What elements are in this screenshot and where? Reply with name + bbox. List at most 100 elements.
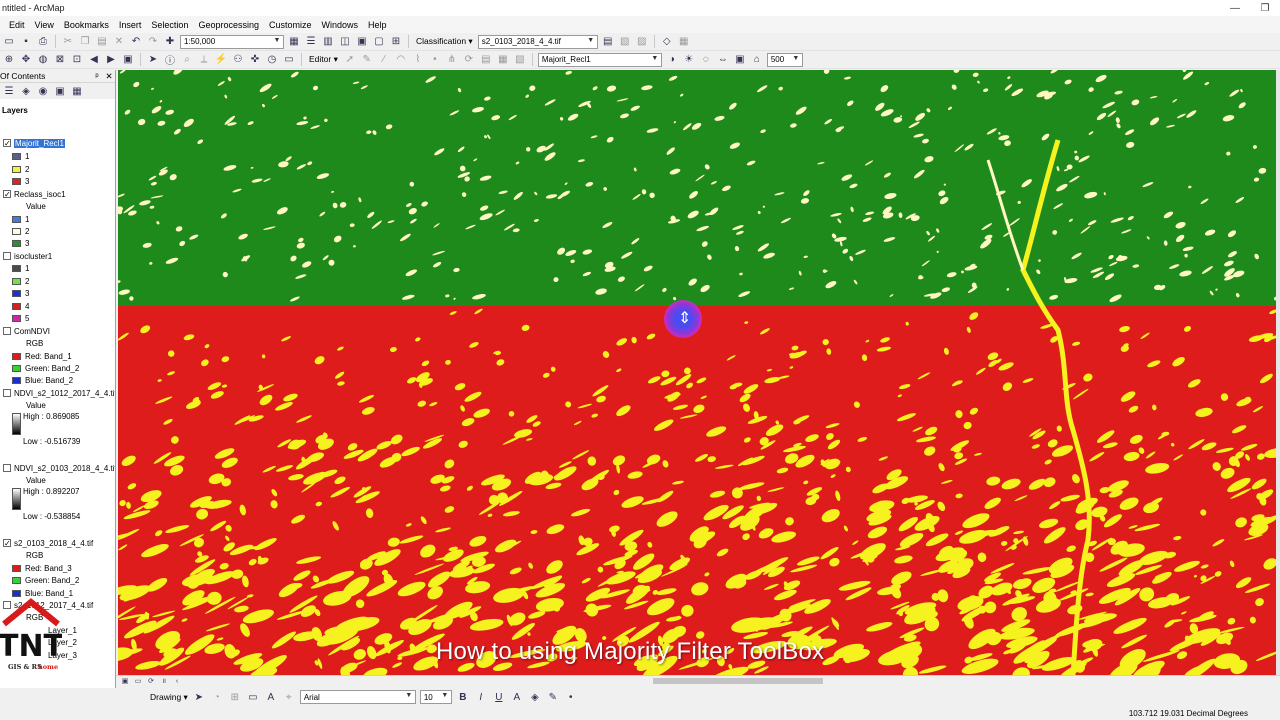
layer-name[interactable]: Reclass_isoc1 [14,190,66,199]
select-elements-icon[interactable]: ➤ [192,690,206,704]
layer-name[interactable]: Majorit_Recl1 [14,138,65,148]
legend-swatch[interactable] [12,576,21,584]
layer-name[interactable]: NDVI_s2_1012_2017_4_4.tif [14,389,115,398]
toc-layer-row[interactable]: ComNDVI [3,325,50,337]
hyperlink-icon[interactable]: ⚡ [214,53,228,67]
scroll-left-icon[interactable]: ‹ [172,677,182,686]
create-features-icon[interactable]: ▧ [513,53,527,67]
toc-layer-row[interactable]: ✓ s2_0103_2018_4_4.tif [3,537,93,549]
time-slider-icon[interactable]: ◷ [265,53,279,67]
legend-class-row[interactable]: 2 [12,275,29,287]
legend-class-row[interactable]: 1 [12,213,29,225]
undo-icon[interactable]: ↶ [129,35,143,49]
legend-swatch[interactable] [12,215,21,223]
select-arrow-icon[interactable]: ➤ [146,53,160,67]
menu-windows[interactable]: Windows [317,20,364,30]
edit-vertices-icon[interactable]: ⌖ [282,690,296,704]
line-color-icon[interactable]: ✎ [546,690,560,704]
cut-icon[interactable]: ✂ [61,35,75,49]
legend-class-row[interactable]: 3 [12,175,29,187]
drawing-menu[interactable]: Drawing ▾ [150,692,188,703]
identify-icon[interactable]: ⓘ [163,53,177,67]
redo-icon[interactable]: ↷ [146,35,160,49]
contrast-icon[interactable]: ◑ [665,53,679,67]
copy-icon[interactable]: ❐ [78,35,92,49]
edit-tool-icon[interactable]: ➚ [343,53,357,67]
layer-visibility-checkbox[interactable]: ✓ [3,139,11,148]
paste-icon[interactable]: ▤ [95,35,109,49]
edit-annotation-icon[interactable]: ✎ [360,53,374,67]
text-tool-icon[interactable]: A [264,690,278,704]
transparency-icon[interactable]: ◌ [699,53,713,67]
legend-swatch[interactable] [12,302,21,310]
back-icon[interactable]: ◀ [87,53,101,67]
layer-name[interactable]: ComNDVI [14,327,50,336]
menu-edit[interactable]: Edit [4,20,30,30]
training-manager-icon[interactable]: ▧ [618,35,632,49]
classification-menu[interactable]: Classification ▾ [414,36,475,47]
binoculars-icon[interactable]: ⚇ [231,53,245,67]
horizontal-scroll-thumb[interactable] [653,678,823,684]
sketch-properties-icon[interactable]: ▦ [496,53,510,67]
legend-class-row[interactable]: 2 [12,163,29,175]
pin-icon[interactable]: ᵖ [91,71,103,81]
toc-layer-row[interactable]: ✓ Majorit_Recl1 [3,137,65,149]
legend-swatch[interactable] [12,277,21,285]
open-icon[interactable]: ▭ [2,35,16,49]
print-icon[interactable]: ⎙ [36,35,50,49]
data-view-icon[interactable]: ▣ [120,677,130,686]
legend-swatch[interactable] [12,152,21,160]
legend-swatch[interactable] [12,289,21,297]
layer-visibility-checkbox[interactable] [3,252,11,260]
options-icon[interactable]: ▦ [70,84,84,98]
layers-root[interactable]: Layers [2,104,28,116]
minimize-icon[interactable]: — [1220,3,1250,14]
menu-help[interactable]: Help [363,20,392,30]
fixed-zoom-in-icon[interactable]: ⊠ [53,53,67,67]
legend-class-row[interactable]: Red: Band_3 [12,562,72,574]
legend-class-row[interactable]: 1 [12,262,29,274]
zoom-in-icon[interactable]: ⊕ [2,53,16,67]
list-by-source-icon[interactable]: ◈ [19,84,33,98]
measure-icon[interactable]: ⟂ [197,53,211,67]
forward-icon[interactable]: ▶ [104,53,118,67]
layer-visibility-checkbox[interactable]: ✓ [3,190,11,199]
font-size-combo[interactable]: 10 ▼ [419,690,452,704]
attributes-icon[interactable]: ▤ [479,53,493,67]
training-sample-icon[interactable]: ▤ [601,35,615,49]
zoom-whole-page-icon[interactable]: ⊞ [228,690,242,704]
toc-window-icon[interactable]: ☰ [304,35,318,49]
create-signature-icon[interactable]: ▨ [635,35,649,49]
viewer-icon[interactable]: ▭ [282,53,296,67]
layer-name[interactable]: s2_0103_2018_4_4.tif [14,539,93,548]
layer-name[interactable]: isocluster1 [14,252,52,261]
menu-view[interactable]: View [30,20,59,30]
draw-polygon-icon[interactable]: ◇ [660,35,674,49]
flicker-icon[interactable]: ▣ [733,53,747,67]
legend-class-row[interactable]: Green: Band_2 [12,362,79,374]
font-color-icon[interactable]: A [510,690,524,704]
refresh-icon[interactable]: ⟳ [146,677,156,686]
layer-visibility-checkbox[interactable] [3,464,11,472]
toc-layer-row[interactable]: ✓ Reclass_isoc1 [3,188,66,200]
scale-combo[interactable]: 1:50,000 ▼ [180,34,284,49]
legend-swatch[interactable] [12,589,21,597]
fixed-zoom-out-icon[interactable]: ⊡ [70,53,84,67]
legend-swatch[interactable] [12,376,21,384]
legend-class-row[interactable]: Blue: Band_2 [12,374,73,386]
list-by-visibility-icon[interactable]: ◉ [36,84,50,98]
python-icon[interactable]: ▢ [372,35,386,49]
catalog-icon[interactable]: ▥ [321,35,335,49]
flicker-rate-icon[interactable]: ⌂ [750,53,764,67]
rectangle-tool-icon[interactable]: ▭ [246,690,260,704]
pause-drawing-icon[interactable]: ॥ [159,677,169,686]
layer-name[interactable]: NDVI_s2_0103_2018_4_4.tif [14,464,115,473]
find-icon[interactable]: ⌕ [180,53,194,67]
rotate-icon[interactable]: ⟳ [462,53,476,67]
layer-visibility-checkbox[interactable] [3,327,11,335]
prev-extent-icon[interactable]: ▣ [121,53,135,67]
endpoint-arc-icon[interactable]: ◠ [394,53,408,67]
editor-menu[interactable]: Editor ▾ [307,54,340,65]
trace-icon[interactable]: ⌇ [411,53,425,67]
brightness-icon[interactable]: ☀ [682,53,696,67]
